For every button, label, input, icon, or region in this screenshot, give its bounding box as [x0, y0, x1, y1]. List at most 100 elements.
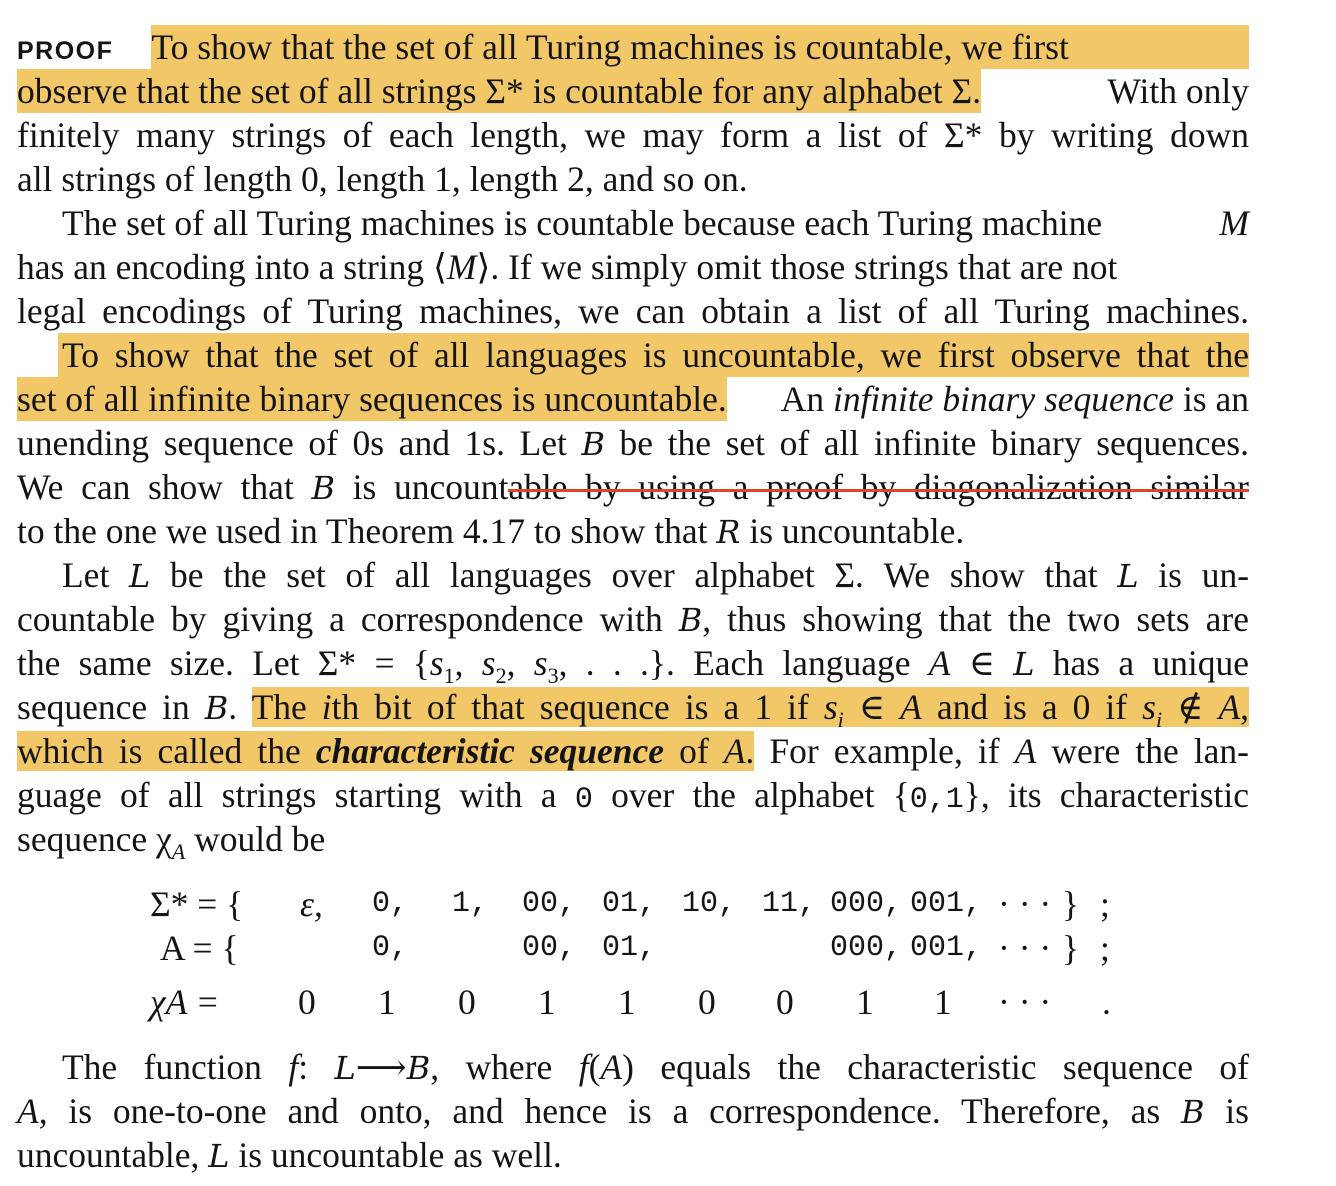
text-span: ∉ [1162, 687, 1219, 727]
seq-item: 01, [602, 931, 657, 965]
text-span: has a unique [1034, 643, 1250, 683]
seq-bit: 0 [298, 982, 316, 1022]
seq-item: ε, [300, 884, 323, 924]
proof-line-9: set of all infinite binary sequences is … [17, 377, 1249, 421]
math-var: M [446, 247, 477, 287]
proof-line-17: which is called the characteristic seque… [17, 729, 1249, 773]
text-span: ∈ [843, 687, 901, 727]
row-label: Σ* = { [150, 884, 244, 924]
text-span: , [1240, 687, 1249, 727]
math-script-var: L [129, 557, 151, 595]
proof-line-7: legal encodings of Turing machines, we c… [17, 289, 1249, 333]
text-span: We can show that [17, 467, 312, 507]
text-span: be the set of all infinite binary sequen… [604, 423, 1249, 463]
text-span: ) equals the characteristic sequence of [622, 1047, 1249, 1087]
math-script-var: L [1117, 557, 1139, 595]
text-span: has an encoding into a string ⟨ [17, 247, 447, 287]
ellipsis: · · · [998, 982, 1052, 1022]
seq-item: 0, [372, 887, 409, 921]
math-var: f [288, 1047, 299, 1087]
text-span: . [228, 687, 252, 727]
text-span: ⟩. If we simply omit those strings that … [476, 247, 1118, 287]
text-span: ( [588, 1047, 601, 1087]
period: . [1102, 982, 1111, 1022]
text-span: th bit of that sequence is a 1 if [331, 687, 824, 727]
highlighted-text: which is called the characteristic seque… [17, 731, 755, 771]
text-span: . [745, 731, 755, 771]
text-group: has an encoding into a string ⟨M⟩. If we… [17, 245, 1249, 289]
text-span: For example, if [754, 731, 1015, 771]
math-script-var: L [334, 1049, 356, 1087]
seq-bit: 0 [698, 982, 716, 1022]
math-script-var: B [1180, 1093, 1205, 1131]
seq-item: 00, [522, 887, 577, 921]
text-span: To show that the set of all Turing machi… [151, 27, 1069, 67]
math-var: A [1218, 687, 1241, 727]
math-var: s [481, 643, 496, 683]
proof-line-6: has an encoding into a string ⟨M⟩. If we… [17, 245, 1249, 289]
proof-line-4: all strings of length 0, length 1, lengt… [17, 157, 1249, 201]
text-span: The set of all Turing machines is counta… [62, 203, 1111, 243]
math-script-var: B [581, 425, 605, 463]
proof-line-21: A, is one-to-one and onto, and hence is … [17, 1089, 1249, 1133]
math-var: A [1014, 731, 1037, 771]
sequence-row-sigma: Σ* = { ε, 0, 1, 00, 01, 10, 11, 000, 001… [0, 882, 1336, 926]
ellipsis: · · · [998, 884, 1052, 924]
text-span: , [454, 643, 482, 683]
seq-bit: 1 [378, 982, 396, 1022]
proof-label: PROOF [17, 37, 114, 65]
text-span: the same size. Let Σ* = { [17, 643, 430, 683]
proof-line-11: We can show that B is uncountable by usi… [17, 465, 1249, 509]
math-var: s [823, 687, 838, 727]
text-span: countable by giving a correspondence wit… [17, 599, 679, 639]
seq-bit: 1 [538, 982, 556, 1022]
subscript: A [171, 839, 186, 865]
text-span: , thus showing that the two sets are [702, 599, 1249, 639]
proof-line-3: finitely many strings of each length, we… [17, 113, 1249, 157]
math-var: A [723, 731, 746, 771]
math-script-var: L [208, 1137, 230, 1175]
seq-item: 001, [910, 931, 983, 965]
ellipsis: · · · [998, 928, 1052, 968]
text-group: sequence χA would be [17, 817, 325, 874]
strikethrough-text: able by using a proof by diagonalization… [508, 467, 1249, 507]
text-span: , . . .}. Each language [558, 643, 929, 683]
seq-bit: 1 [856, 982, 874, 1022]
seq-item: 001, [910, 887, 983, 921]
proof-line-18: guage of all strings starting with a 0 o… [17, 773, 1249, 817]
code-text: 0,1 [909, 783, 964, 817]
proof-line-14: countable by giving a correspondence wit… [17, 597, 1249, 641]
seq-item: 01, [602, 887, 657, 921]
text-span: }, its characteristic [963, 775, 1250, 815]
sequence-row-chi: χA = 0 1 0 1 1 0 0 1 1 · · · . [0, 980, 1336, 1024]
text-group: uncountable, L is uncountable as well. [17, 1133, 562, 1178]
seq-item: 00, [522, 931, 577, 965]
text-span: unending sequence of 0s and 1s. Let [17, 423, 582, 463]
text-span: which is called the [17, 731, 316, 771]
math-var: M [1219, 203, 1249, 243]
math-script-var: B [204, 689, 229, 727]
proof-line-16: sequence in B. The ith bit of that seque… [17, 685, 1249, 732]
text-span: is uncount [334, 467, 509, 507]
text-group: An infinite binary sequence is an [774, 377, 1249, 421]
proof-line-22: uncountable, L is uncountable as well. [17, 1133, 1249, 1177]
brace: } [1062, 884, 1080, 924]
proof-line-1: PROOF To show that the set of all Turing… [17, 25, 1249, 69]
proof-line-5: The set of all Turing machines is counta… [62, 201, 1249, 245]
text-span: , [506, 643, 534, 683]
text-span: is uncountable. [740, 511, 965, 551]
text-span: legal encodings of Turing machines, we c… [17, 291, 1249, 331]
text-span: would be [185, 819, 326, 859]
math-script-var: B [406, 1049, 431, 1087]
text-span: guage of all strings starting with a [17, 775, 575, 815]
proof-line-8: To show that the set of all languages is… [58, 333, 1249, 377]
text-span: : [298, 1047, 335, 1087]
semicolon: ; [1100, 884, 1110, 924]
semicolon: ; [1100, 928, 1110, 968]
text-span: sequence in [17, 687, 205, 727]
text-span: be the set of all languages over alphabe… [150, 555, 1118, 595]
text-span: to the one we used in Theorem 4.17 to sh… [17, 511, 717, 551]
text-group: A, is one-to-one and onto, and hence is … [17, 1089, 1249, 1134]
row-label: χA = [150, 982, 220, 1022]
text-span: has an encoding into a string ⟨M⟩. If we… [17, 247, 1117, 287]
